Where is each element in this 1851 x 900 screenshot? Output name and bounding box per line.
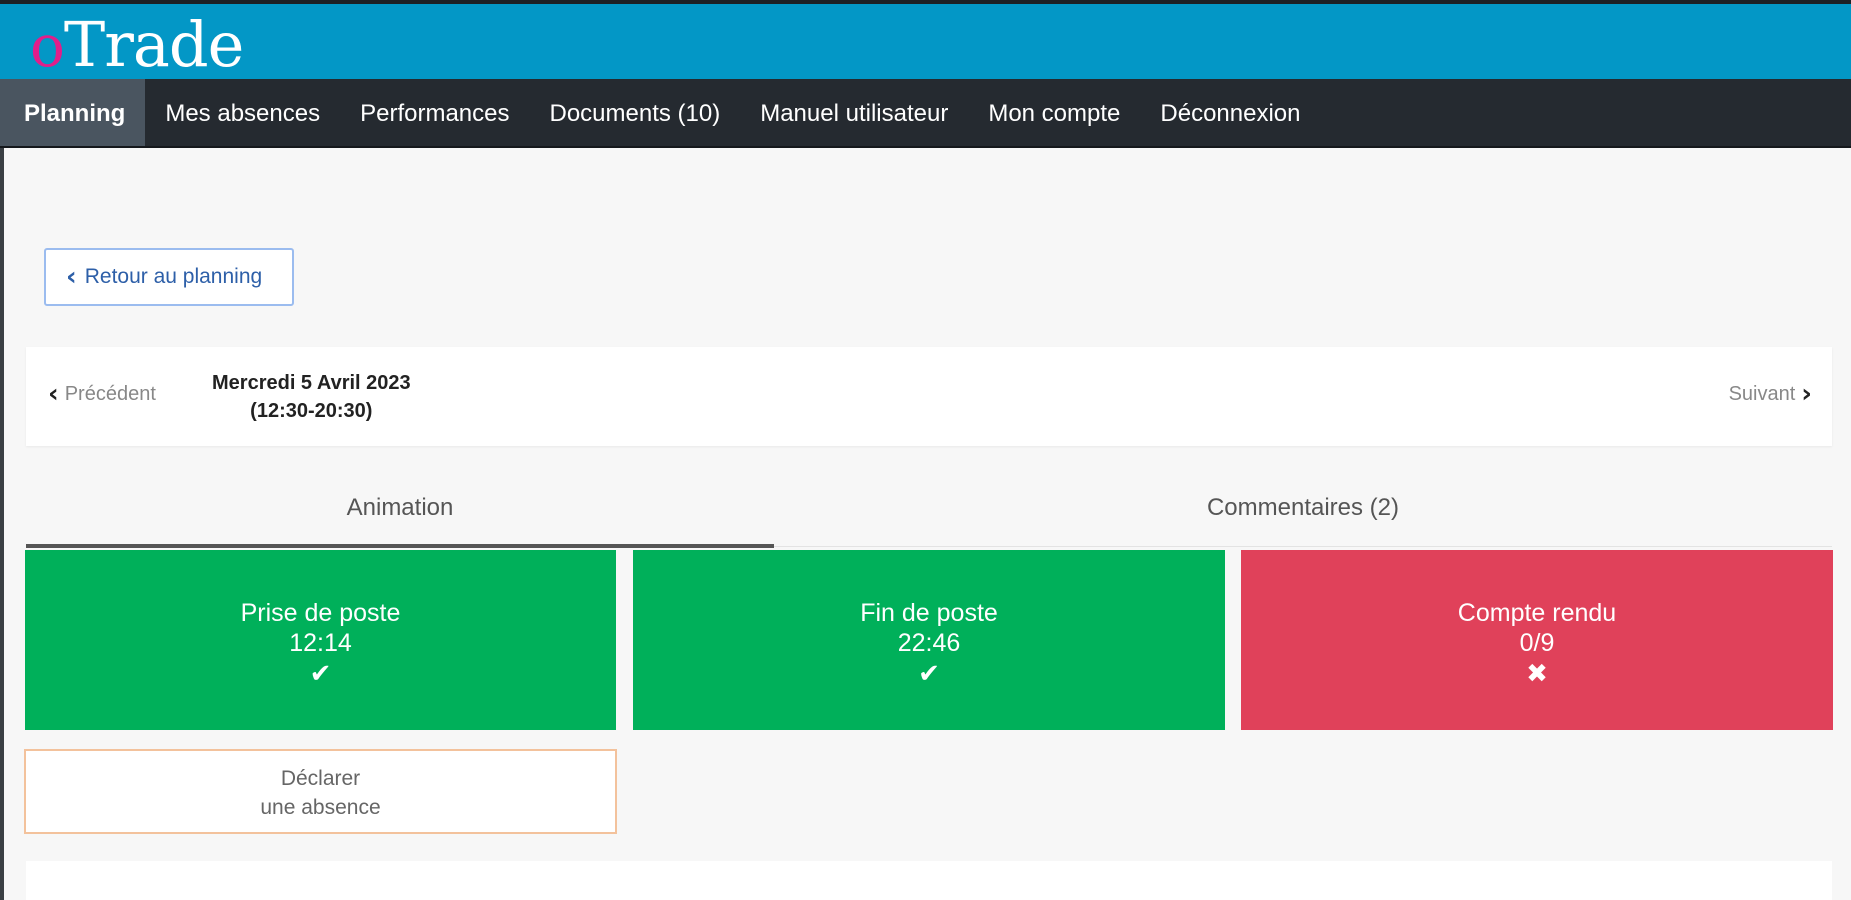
nav-item-account[interactable]: Mon compte [968, 79, 1140, 146]
tile-value: 0/9 [1519, 629, 1555, 657]
nav-item-documents[interactable]: Documents (10) [529, 79, 740, 146]
next-day-button[interactable]: Suivant › [1729, 379, 1812, 409]
nav-item-manual[interactable]: Manuel utilisateur [740, 79, 968, 146]
tile-title: Prise de poste [240, 599, 401, 627]
tab-comments[interactable]: Commentaires (2) [774, 483, 1832, 547]
nav-item-absences[interactable]: Mes absences [145, 79, 340, 146]
x-icon: ✖ [1526, 658, 1548, 688]
back-to-planning-button[interactable]: ‹ Retour au planning [44, 248, 294, 306]
absence-label-line1: Déclarer [280, 767, 361, 790]
declare-absence-button[interactable]: Déclarer une absence [24, 749, 617, 834]
day-navigator: ‹ Précédent Mercredi 5 Avril 2023 (12:30… [26, 347, 1832, 446]
tile-report[interactable]: Compte rendu 0/9 ✖ [1241, 550, 1833, 730]
content-card [26, 861, 1832, 900]
back-button-label: Retour au planning [84, 265, 263, 288]
check-icon: ✔ [918, 658, 940, 688]
app-header: oTrade [0, 0, 1851, 81]
tile-title: Fin de poste [860, 599, 998, 627]
logo-text: Trade [63, 8, 244, 81]
tile-value: 22:46 [897, 629, 961, 657]
shift-hours: (12:30-20:30) [250, 400, 373, 422]
main-nav: Planning Mes absences Performances Docum… [0, 79, 1851, 148]
tab-bar: Animation Commentaires (2) [26, 483, 1832, 548]
date-text: Mercredi 5 Avril 2023 [212, 372, 411, 394]
chevron-right-icon: › [1801, 379, 1812, 409]
tile-title: Compte rendu [1457, 599, 1617, 627]
nav-item-performances[interactable]: Performances [340, 79, 529, 146]
logo-prefix: o [30, 12, 65, 80]
current-date: Mercredi 5 Avril 2023 (12:30-20:30) [212, 369, 411, 425]
app-logo[interactable]: oTrade [30, 8, 244, 81]
nav-item-logout[interactable]: Déconnexion [1140, 79, 1320, 146]
tile-shift-end[interactable]: Fin de poste 22:46 ✔ [633, 550, 1225, 730]
absence-label-line2: une absence [260, 796, 381, 819]
check-icon: ✔ [309, 658, 332, 688]
tile-value: 12:14 [289, 629, 352, 657]
previous-day-button[interactable]: ‹ Précédent [48, 379, 156, 409]
previous-label: Précédent [64, 382, 156, 405]
next-label: Suivant [1728, 382, 1796, 405]
tile-shift-start[interactable]: Prise de poste 12:14 ✔ [25, 550, 616, 730]
window-edge [0, 148, 4, 900]
nav-item-planning[interactable]: Planning [0, 79, 146, 146]
chevron-left-icon: ‹ [66, 262, 77, 292]
tab-animation[interactable]: Animation [26, 483, 774, 548]
chevron-left-icon: ‹ [48, 379, 59, 409]
